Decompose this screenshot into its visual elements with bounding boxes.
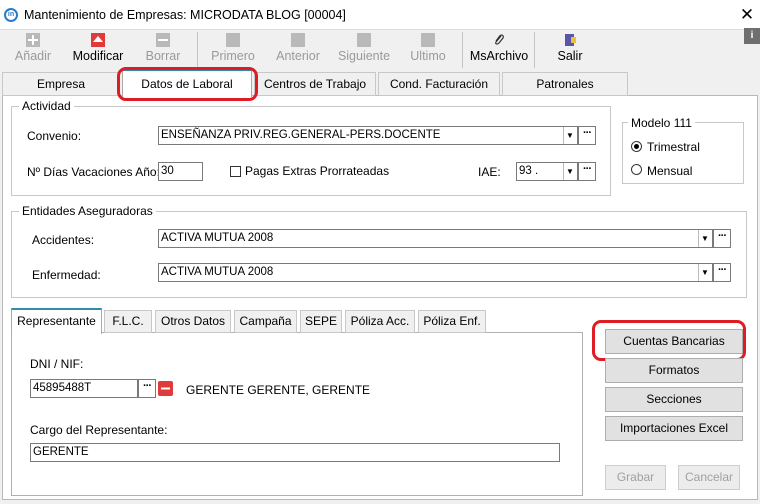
prev-record-icon (291, 33, 305, 47)
dias-vacaciones-value: 30 (161, 165, 174, 177)
cancelar-button[interactable]: Cancelar (678, 465, 740, 490)
last-record-icon (421, 33, 435, 47)
tab-poliza-enf[interactable]: Póliza Enf. (418, 310, 486, 333)
tab-patronales[interactable]: Patronales (502, 72, 628, 96)
trimestral-radio[interactable] (631, 141, 642, 152)
representante-name: GERENTE GERENTE, GERENTE (186, 383, 371, 397)
grabar-button[interactable]: Grabar (605, 465, 666, 490)
toolbar-separator (197, 32, 198, 68)
tab-otros-datos[interactable]: Otros Datos (155, 310, 231, 333)
convenio-value: ENSEÑANZA PRIV.REG.GENERAL-PERS.DOCENTE (161, 129, 441, 141)
formatos-button[interactable]: Formatos (605, 358, 743, 383)
entidades-legend: Entidades Aseguradoras (19, 204, 156, 218)
dias-vacaciones-input[interactable]: 30 (158, 162, 203, 181)
entidades-group (11, 211, 747, 298)
msarchivo-label: MsArchivo (469, 49, 529, 63)
exit-button[interactable]: Salir (548, 31, 592, 69)
dias-vacaciones-label: Nº Días Vacaciones Año: (27, 165, 160, 179)
pagas-extras-label: Pagas Extras Prorrateadas (245, 164, 390, 178)
toolbar-separator (462, 32, 463, 68)
plus-icon (26, 33, 40, 47)
tab-flc[interactable]: F.L.C. (104, 310, 152, 333)
tab-sepe[interactable]: SEPE (300, 310, 342, 333)
exit-door-icon (563, 33, 577, 47)
next-button[interactable]: Siguiente (336, 31, 392, 69)
iae-browse-button[interactable]: ··· (578, 162, 596, 181)
edit-button[interactable]: Modificar (68, 31, 128, 69)
mensual-radio[interactable] (631, 164, 642, 175)
actividad-legend: Actividad (19, 99, 74, 113)
convenio-label: Convenio: (27, 129, 82, 143)
cargo-label: Cargo del Representante: (30, 423, 168, 437)
last-button[interactable]: Ultimo (404, 31, 452, 69)
next-record-icon (357, 33, 371, 47)
minus-icon (156, 33, 170, 47)
tab-representante[interactable]: Representante (11, 308, 102, 334)
app-logo-icon: in (4, 8, 18, 22)
accidentes-label: Accidentes: (32, 233, 95, 247)
window-title: Mantenimiento de Empresas: MICRODATA BLO… (24, 8, 346, 22)
next-label: Siguiente (337, 49, 391, 63)
add-button[interactable]: Añadir (12, 31, 54, 69)
dni-input[interactable]: 45895488T (30, 379, 138, 398)
importaciones-excel-button[interactable]: Importaciones Excel (605, 416, 743, 441)
dni-browse-button[interactable]: ··· (138, 379, 156, 398)
chevron-down-icon[interactable]: ▼ (698, 264, 711, 281)
dni-value: 45895488T (33, 382, 92, 394)
iae-label: IAE: (478, 165, 501, 179)
clear-icon[interactable] (158, 381, 173, 396)
info-icon[interactable]: i (744, 28, 760, 44)
delete-button[interactable]: Borrar (142, 31, 184, 69)
highlight-button-outline (592, 320, 746, 361)
toolbar-separator (534, 32, 535, 68)
convenio-browse-button[interactable]: ··· (578, 126, 596, 145)
first-label: Primero (211, 49, 255, 63)
add-label: Añadir (14, 49, 52, 63)
tab-poliza-acc[interactable]: Póliza Acc. (345, 310, 415, 333)
chevron-down-icon[interactable]: ▼ (563, 163, 576, 180)
chevron-down-icon[interactable]: ▼ (563, 127, 576, 144)
modelo-111-legend: Modelo 111 (628, 116, 695, 130)
enfermedad-label: Enfermedad: (32, 268, 101, 282)
pagas-extras-checkbox[interactable] (230, 166, 241, 177)
tab-empresa[interactable]: Empresa (2, 72, 120, 96)
cargo-value: GERENTE (33, 446, 89, 458)
msarchivo-button[interactable]: MsArchivo (468, 31, 530, 69)
accidentes-value: ACTIVA MUTUA 2008 (161, 232, 274, 244)
secciones-button[interactable]: Secciones (605, 387, 743, 412)
last-label: Ultimo (410, 49, 446, 63)
close-icon[interactable]: ✕ (738, 5, 756, 25)
enfermedad-value: ACTIVA MUTUA 2008 (161, 266, 274, 278)
enfermedad-select[interactable]: ACTIVA MUTUA 2008 (158, 263, 713, 282)
enfermedad-browse-button[interactable]: ··· (713, 263, 731, 282)
delete-label: Borrar (145, 49, 181, 63)
first-button[interactable]: Primero (206, 31, 260, 69)
accidentes-browse-button[interactable]: ··· (713, 229, 731, 248)
edit-icon (91, 33, 105, 47)
tab-centros-trabajo[interactable]: Centros de Trabajo (254, 72, 376, 96)
tab-cond-facturacion[interactable]: Cond. Facturación (378, 72, 500, 96)
tab-campana[interactable]: Campaña (234, 310, 297, 333)
prev-button[interactable]: Anterior (272, 31, 324, 69)
chevron-down-icon[interactable]: ▼ (698, 230, 711, 247)
mensual-label: Mensual (647, 164, 693, 178)
trimestral-label: Trimestral (647, 140, 700, 154)
prev-label: Anterior (276, 49, 320, 63)
actividad-group (11, 106, 611, 196)
convenio-select[interactable]: ENSEÑANZA PRIV.REG.GENERAL-PERS.DOCENTE (158, 126, 578, 145)
toolbar: Añadir Modificar Borrar Primero Anterior… (0, 31, 760, 71)
representante-panel (11, 332, 583, 496)
paperclip-icon (492, 33, 506, 47)
accidentes-select[interactable]: ACTIVA MUTUA 2008 (158, 229, 713, 248)
highlight-tab-outline (117, 67, 258, 101)
first-record-icon (226, 33, 240, 47)
dni-label: DNI / NIF: (30, 357, 84, 371)
cargo-input[interactable]: GERENTE (30, 443, 560, 462)
edit-label: Modificar (72, 49, 124, 63)
iae-value: 93 . (519, 165, 539, 177)
exit-label: Salir (557, 49, 583, 63)
